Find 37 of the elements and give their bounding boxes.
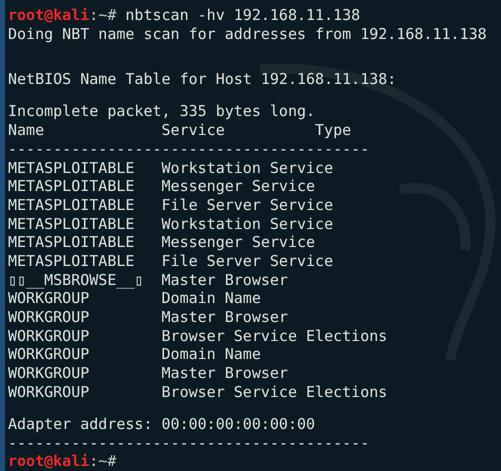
table-cell-text: METASPLOITABLE bbox=[8, 214, 136, 234]
table-cell: Master Browser bbox=[162, 308, 288, 327]
command-prompt: root@kali:~# bbox=[8, 452, 118, 471]
table-cell: Messenger Service bbox=[162, 233, 316, 252]
column-header: Name bbox=[8, 121, 46, 140]
table-cell: Domain Name bbox=[162, 289, 261, 308]
table-cell: Workstation Service bbox=[162, 214, 334, 234]
table-cell: File Server Service bbox=[162, 196, 334, 215]
output-line: Incomplete packet, 335 bytes long. bbox=[8, 102, 316, 122]
table-cell: Master Browser bbox=[162, 364, 288, 383]
table-cell: Master Browser bbox=[162, 270, 288, 290]
table-cell-text: METASPLOITABLE bbox=[8, 252, 136, 271]
table-cell-text: WORKGROUP bbox=[8, 308, 90, 327]
table-rule: ---------------------------------------- bbox=[8, 140, 370, 159]
table-cell-text: WORKGROUP bbox=[8, 345, 90, 364]
column-header: Service bbox=[162, 121, 226, 140]
table-cell: Browser Service Elections bbox=[162, 382, 388, 402]
table-cell: Domain Name bbox=[162, 345, 261, 364]
table-cell-text: METASPLOITABLE bbox=[8, 196, 136, 215]
column-header: Type bbox=[315, 121, 352, 140]
table-rule: ---------------------------------------- bbox=[8, 434, 370, 452]
table-cell-text: WORKGROUP bbox=[8, 289, 90, 308]
output-line: NetBIOS Name Table for Host 192.168.11.138: bbox=[8, 70, 398, 89]
table-cell: Browser Service Elections bbox=[162, 326, 388, 346]
table-cell-text: WORKGROUP bbox=[8, 326, 90, 346]
table-cell-text: METASPLOITABLE bbox=[8, 158, 136, 178]
table-cell-text: ▯▯__MSBROWSE__▯ bbox=[8, 270, 144, 290]
table-cell: File Server Service bbox=[162, 252, 334, 271]
table-cell-text: WORKGROUP bbox=[8, 364, 90, 383]
table-cell-text: WORKGROUP bbox=[8, 382, 90, 402]
table-cell: Messenger Service bbox=[162, 177, 316, 196]
table-cell-text: METASPLOITABLE bbox=[8, 233, 136, 252]
command-line: root@kali:~# nbtscan -hv 192.168.11.138 bbox=[8, 6, 362, 25]
table-cell-text: METASPLOITABLE bbox=[8, 177, 136, 196]
table-cell: Workstation Service bbox=[162, 158, 334, 178]
output-line: Adapter address: 00:00:00:00:00:00 bbox=[8, 414, 316, 434]
output-line: Doing NBT name scan for addresses from 192.168.11.138 bbox=[8, 24, 487, 44]
